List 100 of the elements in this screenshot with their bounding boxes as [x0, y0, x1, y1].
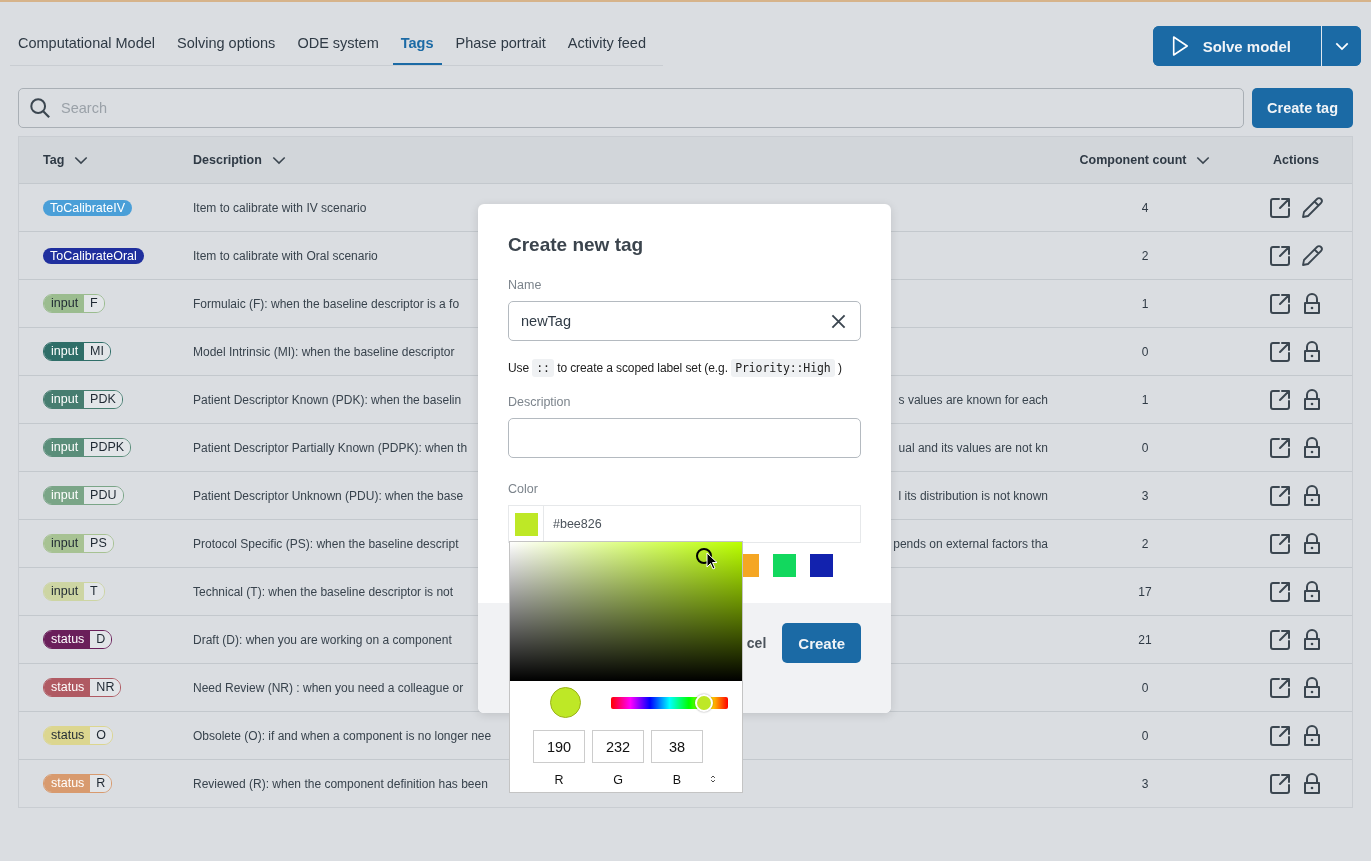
open-external-icon[interactable] — [1268, 579, 1292, 604]
open-external-icon[interactable] — [1268, 627, 1292, 652]
tag-value: F — [84, 295, 104, 312]
tag-value: PDU — [84, 487, 123, 504]
tag-value: R — [90, 775, 112, 792]
description-text: pends on external factors tha — [893, 536, 1049, 551]
component-count: 0 — [1141, 680, 1149, 695]
description-text: l its distribution is not known — [898, 488, 1049, 503]
tag-scope: input — [44, 439, 85, 456]
clear-icon[interactable] — [831, 313, 846, 329]
tab[interactable]: Tags — [392, 26, 442, 65]
open-external-icon[interactable] — [1268, 771, 1292, 796]
saturation-area[interactable] — [510, 542, 742, 681]
component-count: 2 — [1141, 536, 1149, 551]
field-label: Color — [508, 482, 539, 496]
name-input-field[interactable]: newTag — [508, 301, 861, 341]
tab[interactable]: Computational Model — [10, 26, 164, 65]
component-count: 4 — [1141, 200, 1149, 215]
channel-label: G — [613, 773, 623, 787]
tag-scope: input — [44, 295, 85, 312]
chevron-down-icon[interactable] — [1196, 155, 1211, 165]
tab[interactable]: ODE system — [289, 26, 387, 65]
description-text: Need Review (NR) : when you need a colleague or — [193, 680, 464, 695]
open-external-icon[interactable] — [1268, 387, 1292, 412]
color-preset[interactable] — [810, 554, 833, 577]
component-count: 1 — [1141, 392, 1149, 407]
hue-slider[interactable] — [611, 696, 728, 709]
description-text: Model Intrinsic (MI): when the baseline descriptor — [193, 344, 455, 359]
cancel-button[interactable]: cel — [746, 635, 767, 651]
color-value: #bee826 — [552, 517, 602, 531]
description-text: Technical (T): when the baseline descriptor is not — [193, 584, 454, 599]
open-external-icon[interactable] — [1268, 531, 1292, 556]
description-text: Patient Descriptor Unknown (PDU): when the base — [193, 488, 464, 503]
open-external-icon[interactable] — [1268, 243, 1292, 268]
tag-label: ToCalibrateIV — [43, 199, 133, 216]
tag-scope: status — [44, 631, 91, 648]
tab[interactable]: Activity feed — [559, 26, 654, 65]
description-text: Obsolete (O): if and when a component is no longer nee — [193, 728, 492, 743]
tag-value: PS — [84, 535, 113, 552]
column-header: Actions — [1273, 153, 1319, 167]
tab[interactable]: Phase portrait — [447, 26, 554, 65]
component-count: 2 — [1141, 248, 1149, 263]
open-external-icon[interactable] — [1268, 435, 1292, 460]
tag-scope: input — [44, 535, 85, 552]
name-input[interactable]: newTag — [519, 312, 831, 330]
tag-value: NR — [90, 679, 121, 696]
search-input[interactable]: Search — [59, 99, 1234, 117]
field-label: Name — [508, 278, 543, 292]
tag-label: ToCalibrateOral — [43, 247, 144, 264]
up-down-icon[interactable] — [710, 774, 716, 784]
create-tag-button[interactable]: Create tag — [1252, 88, 1353, 128]
chevron-down-icon[interactable] — [74, 155, 89, 165]
column-header[interactable]: Description — [193, 153, 262, 167]
color-preset[interactable] — [773, 554, 796, 577]
open-external-icon[interactable] — [1268, 339, 1292, 364]
pencil-icon[interactable] — [1300, 243, 1324, 268]
open-external-icon[interactable] — [1268, 291, 1292, 316]
description-text: Patient Descriptor Partially Known (PDPK): when th — [193, 440, 468, 455]
component-count: 3 — [1141, 488, 1149, 503]
tag-scope: status — [44, 727, 91, 744]
pencil-icon[interactable] — [1300, 195, 1324, 220]
description-text: Protocol Specific (PS): when the baseline descript — [193, 536, 459, 551]
component-count: 0 — [1141, 728, 1149, 743]
component-count: 0 — [1141, 440, 1149, 455]
tab[interactable]: Solving options — [169, 26, 284, 65]
open-external-icon[interactable] — [1268, 675, 1292, 700]
color-preset[interactable] — [743, 554, 759, 577]
description-text: Item to calibrate with Oral scenario — [193, 248, 378, 263]
tag-scope: status — [44, 775, 91, 792]
tag-scope: input — [44, 391, 85, 408]
chevron-down-icon — [1334, 41, 1349, 51]
solve-model-button[interactable]: Solve model — [1152, 26, 1322, 66]
open-external-icon[interactable] — [1268, 723, 1292, 748]
field-label: Description — [508, 395, 572, 409]
description-text: ual and its values are not kn — [898, 440, 1049, 455]
hue-thumb[interactable] — [695, 693, 714, 712]
description-text: Patient Descriptor Known (PDK): when the baselin — [193, 392, 462, 407]
play-icon — [1170, 35, 1189, 57]
chevron-down-icon[interactable] — [271, 155, 286, 165]
mouse-pointer-icon — [706, 552, 718, 570]
description-input-field[interactable] — [508, 418, 861, 458]
channel-label: B — [672, 773, 682, 787]
column-header[interactable]: Tag — [43, 153, 65, 167]
description-text: Item to calibrate with IV scenario — [193, 200, 367, 215]
component-count: 3 — [1141, 776, 1149, 791]
open-external-icon[interactable] — [1268, 483, 1292, 508]
create-button[interactable]: Create — [782, 623, 861, 663]
description-text: Reviewed (R): when the component definition has been — [193, 776, 488, 791]
channel-input[interactable]: 190 — [533, 730, 585, 763]
open-external-icon[interactable] — [1268, 195, 1292, 220]
column-header[interactable]: Component count — [1079, 153, 1187, 167]
tag-scope: input — [44, 343, 85, 360]
search-field[interactable]: Search — [18, 88, 1245, 128]
tag-value: D — [90, 631, 112, 648]
tag-value: PDPK — [84, 439, 131, 456]
component-count: 0 — [1141, 344, 1149, 359]
channel-input[interactable]: 232 — [592, 730, 644, 763]
component-count: 21 — [1138, 632, 1152, 647]
component-count: 1 — [1141, 296, 1149, 311]
channel-input[interactable]: 38 — [651, 730, 703, 763]
